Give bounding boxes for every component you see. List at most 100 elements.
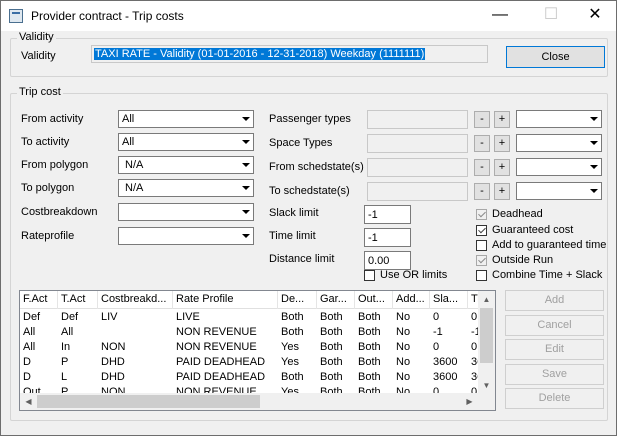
trip-cost-table[interactable]: F.Act T.Act Costbreakd... Rate Profile D… [19,290,496,411]
space-types-plus-button[interactable]: + [494,135,510,152]
from-polygon-value: N/A [125,159,144,171]
chevron-down-icon[interactable] [238,181,252,195]
scroll-down-icon[interactable]: ▼ [478,377,495,394]
table-cell: No [396,371,411,383]
add-button[interactable]: Add [505,290,604,311]
table-cell: Both [320,311,343,323]
vertical-scrollbar[interactable]: ▲ ▼ [478,291,495,394]
add-to-guaranteed-time-box[interactable] [476,240,487,251]
guaranteed-cost-box[interactable] [476,225,487,236]
scroll-corner [478,393,495,410]
from-schedstate-minus-button[interactable]: - [474,159,490,176]
cancel-button[interactable]: Cancel [505,315,604,336]
table-row[interactable]: All In NON NON REVENUE Yes Both Both No 0 0 [20,340,490,355]
close-button[interactable]: Close [506,46,605,68]
column-header[interactable]: Add... [393,291,430,309]
from-polygon-label: From polygon [21,159,89,171]
chevron-down-icon[interactable] [586,184,600,198]
table-cell: Both [358,341,381,353]
use-or-limits-box[interactable] [364,270,375,281]
passenger-types-select[interactable] [516,110,602,128]
table-cell: No [396,341,411,353]
chevron-down-icon[interactable] [238,135,252,149]
slack-limit-input[interactable]: -1 [364,205,411,224]
column-header[interactable]: Sla... [430,291,468,309]
column-header[interactable]: De... [278,291,317,309]
slack-limit-value: -1 [368,209,378,221]
delete-button[interactable]: Delete [505,388,604,409]
column-header[interactable]: T.Act [58,291,98,309]
passenger-types-minus-button[interactable]: - [474,111,490,128]
from-polygon-select[interactable]: N/A [118,156,254,174]
to-activity-label: To activity [21,136,70,148]
horizontal-scrollbar[interactable]: ◀ ▶ [20,393,478,410]
title-bar[interactable]: Provider contract - Trip costs — ☐ ✕ [1,1,616,31]
chevron-down-icon[interactable] [238,112,252,126]
chevron-down-icon[interactable] [586,112,600,126]
table-row[interactable]: All All NON REVENUE Both Both Both No -1 -1 [20,325,490,340]
space-types-field [367,134,468,153]
scroll-up-icon[interactable]: ▲ [478,291,495,308]
passenger-types-plus-button[interactable]: + [494,111,510,128]
maximize-button: ☐ [543,6,559,23]
window-title: Provider contract - Trip costs [31,9,184,23]
from-schedstate-plus-button[interactable]: + [494,159,510,176]
table-cell: PAID DEADHEAD [176,356,266,368]
table-cell: D [23,371,31,383]
to-polygon-label: To polygon [21,182,75,194]
chevron-down-icon[interactable] [586,136,600,150]
distance-limit-input[interactable]: 0.00 [364,251,411,270]
column-header[interactable]: Out... [355,291,393,309]
distance-limit-value: 0.00 [368,255,390,267]
space-types-select[interactable] [516,134,602,152]
scroll-thumb[interactable] [480,308,493,363]
to-schedstate-select[interactable] [516,182,602,200]
from-activity-select[interactable]: All [118,110,254,128]
scroll-right-icon[interactable]: ▶ [461,393,478,410]
scroll-thumb[interactable] [37,395,260,408]
time-limit-input[interactable]: -1 [364,228,411,247]
outside-run-box [476,255,487,266]
table-cell: Both [320,371,343,383]
validity-field: TAXI RATE - Validity (01-01-2016 - 12-31… [91,45,488,63]
to-polygon-select[interactable]: N/A [118,179,254,197]
table-cell: NON [101,341,126,353]
outside-run-label: Outside Run [492,254,554,266]
chevron-down-icon[interactable] [238,158,252,172]
table-row[interactable]: DPDHDPAID DEADHEADYesBothBothNo360036 [20,355,490,370]
to-schedstate-plus-button[interactable]: + [494,183,510,200]
scroll-left-icon[interactable]: ◀ [20,393,37,410]
column-header[interactable]: Rate Profile [173,291,278,309]
validity-group-label: Validity [17,31,56,43]
table-row[interactable]: Def Def LIV LIVE Both Both Both No 0 0 [20,310,490,325]
from-activity-value: All [122,113,135,125]
from-schedstate-select[interactable] [516,158,602,176]
table-cell: Both [320,356,343,368]
combine-time-slack-box[interactable] [476,270,487,281]
column-header[interactable]: F.Act [20,291,58,309]
table-cell: 3600 [433,356,458,368]
trip-costs-window: Provider contract - Trip costs — ☐ ✕ Val… [0,0,617,436]
column-header[interactable]: Costbreakd... [98,291,173,309]
minimize-button[interactable]: — [477,1,523,31]
table-cell: No [396,326,411,338]
edit-button[interactable]: Edit [505,339,604,360]
chevron-down-icon[interactable] [586,160,600,174]
column-header[interactable]: Gar... [317,291,355,309]
rateprofile-select[interactable] [118,227,254,245]
to-schedstate-minus-button[interactable]: - [474,183,490,200]
table-row[interactable]: DLDHDPAID DEADHEADBothBothBothNo360036 [20,370,490,385]
chevron-down-icon[interactable] [238,229,252,243]
rateprofile-label: Rateprofile [21,230,75,242]
save-button[interactable]: Save [505,364,604,385]
table-cell: All [61,326,74,338]
chevron-down-icon[interactable] [238,205,252,219]
space-types-minus-button[interactable]: - [474,135,490,152]
validity-label: Validity [21,50,56,62]
table-cell: No [396,311,411,323]
table-cell: DHD [101,371,125,383]
close-window-button[interactable]: ✕ [572,1,617,31]
costbreakdown-select[interactable] [118,203,254,221]
table-cell: Both [358,326,381,338]
to-activity-select[interactable]: All [118,133,254,151]
